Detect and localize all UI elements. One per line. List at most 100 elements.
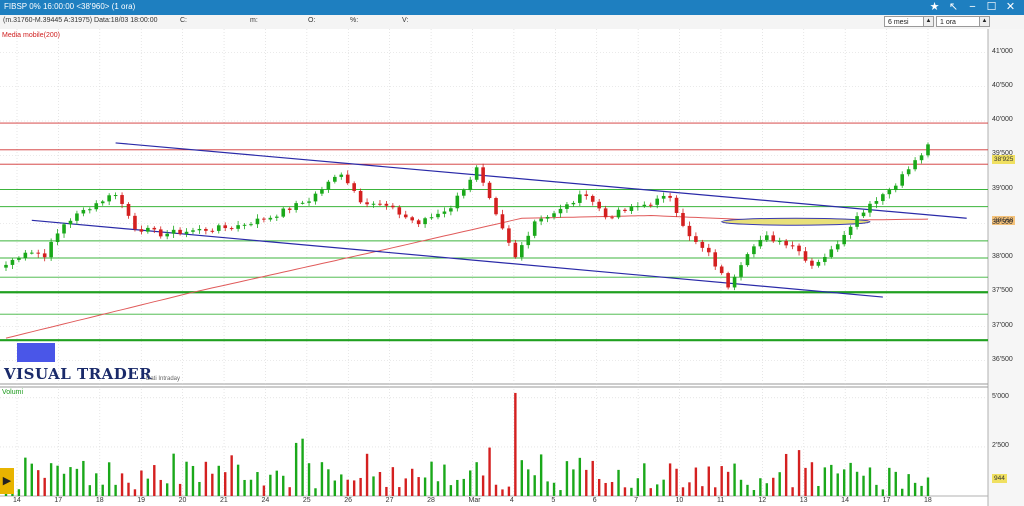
- volume-bar: [572, 469, 575, 496]
- logo-subtitle: Dati Intraday: [146, 376, 181, 382]
- volume-bar: [294, 442, 298, 496]
- candle-body: [449, 208, 453, 212]
- candle-body: [507, 228, 511, 243]
- volume-bar: [610, 481, 614, 496]
- price-axis-label: 40'500: [992, 81, 1013, 89]
- volume-bar: [507, 486, 511, 496]
- volume-bar: [875, 484, 878, 496]
- time-axis-label: 14: [841, 497, 849, 504]
- volume-info-label: V:: [402, 17, 409, 24]
- volume-bar: [694, 467, 698, 496]
- volume-bar: [830, 464, 833, 496]
- volume-bar: [37, 470, 40, 496]
- candle-body: [4, 264, 8, 268]
- maximize-icon[interactable]: ☐: [982, 0, 1001, 15]
- candle-body: [784, 240, 788, 246]
- volume-bar: [262, 485, 266, 496]
- candle-body: [410, 217, 414, 221]
- candle-body: [842, 234, 846, 245]
- volume-bar: [675, 468, 678, 496]
- volume-bar: [585, 469, 588, 496]
- min-label: m:: [250, 17, 258, 24]
- candle-body: [913, 160, 917, 170]
- volume-bar: [817, 485, 820, 496]
- volume-bar: [333, 480, 337, 496]
- volume-bar: [591, 460, 594, 496]
- candle-body: [216, 225, 221, 231]
- time-axis-label: 17: [54, 497, 63, 504]
- volume-bar: [630, 487, 633, 496]
- candle-body: [906, 169, 911, 175]
- volume-bar: [842, 469, 846, 496]
- time-axis-label: 17: [882, 497, 891, 504]
- volume-bar: [417, 477, 420, 496]
- cursor-icon[interactable]: ↖: [944, 0, 963, 15]
- candle-body: [191, 230, 195, 232]
- volume-bar: [797, 450, 801, 496]
- candle-body: [558, 208, 563, 214]
- candle-body: [262, 218, 266, 220]
- period-select[interactable]: 6 mesi ▲: [884, 16, 934, 27]
- volume-bar: [752, 490, 756, 496]
- volume-bar: [913, 482, 917, 496]
- volume-axis-label: 5'000: [992, 392, 1009, 400]
- volume-bar: [172, 453, 175, 496]
- candle-body: [739, 265, 743, 277]
- volume-bar: [88, 485, 92, 496]
- volume-bar: [165, 483, 169, 496]
- candle-body: [423, 218, 427, 225]
- candle-body: [681, 212, 685, 226]
- time-axis-label: 5: [551, 497, 556, 504]
- volume-bar: [146, 478, 150, 496]
- volume-bar: [649, 488, 652, 496]
- candle-body: [455, 195, 460, 209]
- candle-body: [539, 218, 543, 222]
- minimize-icon[interactable]: −: [963, 0, 982, 15]
- quote-info-bar: (m.31760-M.39445 A:31975) Data:18/03 18:…: [0, 15, 1024, 30]
- price-chart[interactable]: [0, 29, 1024, 506]
- candle-body: [900, 174, 905, 186]
- candle-body: [565, 204, 569, 209]
- time-axis-label: 10: [675, 497, 684, 504]
- volume-bar: [533, 475, 536, 496]
- candle-body: [107, 195, 111, 202]
- volume-bar: [862, 475, 865, 496]
- candle-body: [307, 201, 311, 203]
- candle-body: [829, 249, 834, 257]
- scroll-left-button[interactable]: ▶: [0, 468, 14, 494]
- candle-body: [204, 228, 208, 231]
- close-icon[interactable]: ✕: [1001, 0, 1020, 15]
- price-axis-label: 37'500: [992, 287, 1013, 295]
- candle-body: [152, 227, 157, 230]
- candle-body: [352, 183, 356, 191]
- candle-body: [552, 213, 556, 217]
- volume-bar: [340, 474, 343, 496]
- volume-bar: [269, 474, 272, 496]
- time-axis-label: 27: [385, 497, 394, 504]
- price-axis-label: 38'000: [992, 253, 1013, 260]
- volume-bar: [527, 469, 530, 496]
- star-icon[interactable]: ★: [925, 0, 944, 15]
- volume-bar: [907, 474, 910, 496]
- interval-select[interactable]: 1 ora ▲: [936, 16, 990, 27]
- candle-body: [674, 197, 679, 213]
- candle-body: [42, 253, 47, 258]
- candle-body: [855, 216, 859, 227]
- time-axis-label: 25: [302, 497, 311, 504]
- volume-bar: [765, 483, 769, 496]
- time-axis-label: 7: [634, 497, 639, 504]
- time-axis-label: 18: [924, 497, 932, 504]
- volume-bar: [404, 478, 407, 496]
- time-axis-label: 24: [261, 497, 270, 504]
- candle-body: [752, 246, 756, 255]
- candle-body: [487, 182, 492, 199]
- volume-bar: [739, 479, 743, 496]
- volume-bar: [107, 462, 111, 496]
- candle-body: [29, 252, 34, 254]
- volume-bar: [153, 465, 156, 496]
- time-axis-label: 19: [137, 497, 146, 504]
- volume-bar: [430, 461, 433, 496]
- volume-bar: [378, 471, 382, 496]
- period-select-chevron-icon: ▲: [923, 17, 933, 26]
- volume-bar: [127, 482, 130, 496]
